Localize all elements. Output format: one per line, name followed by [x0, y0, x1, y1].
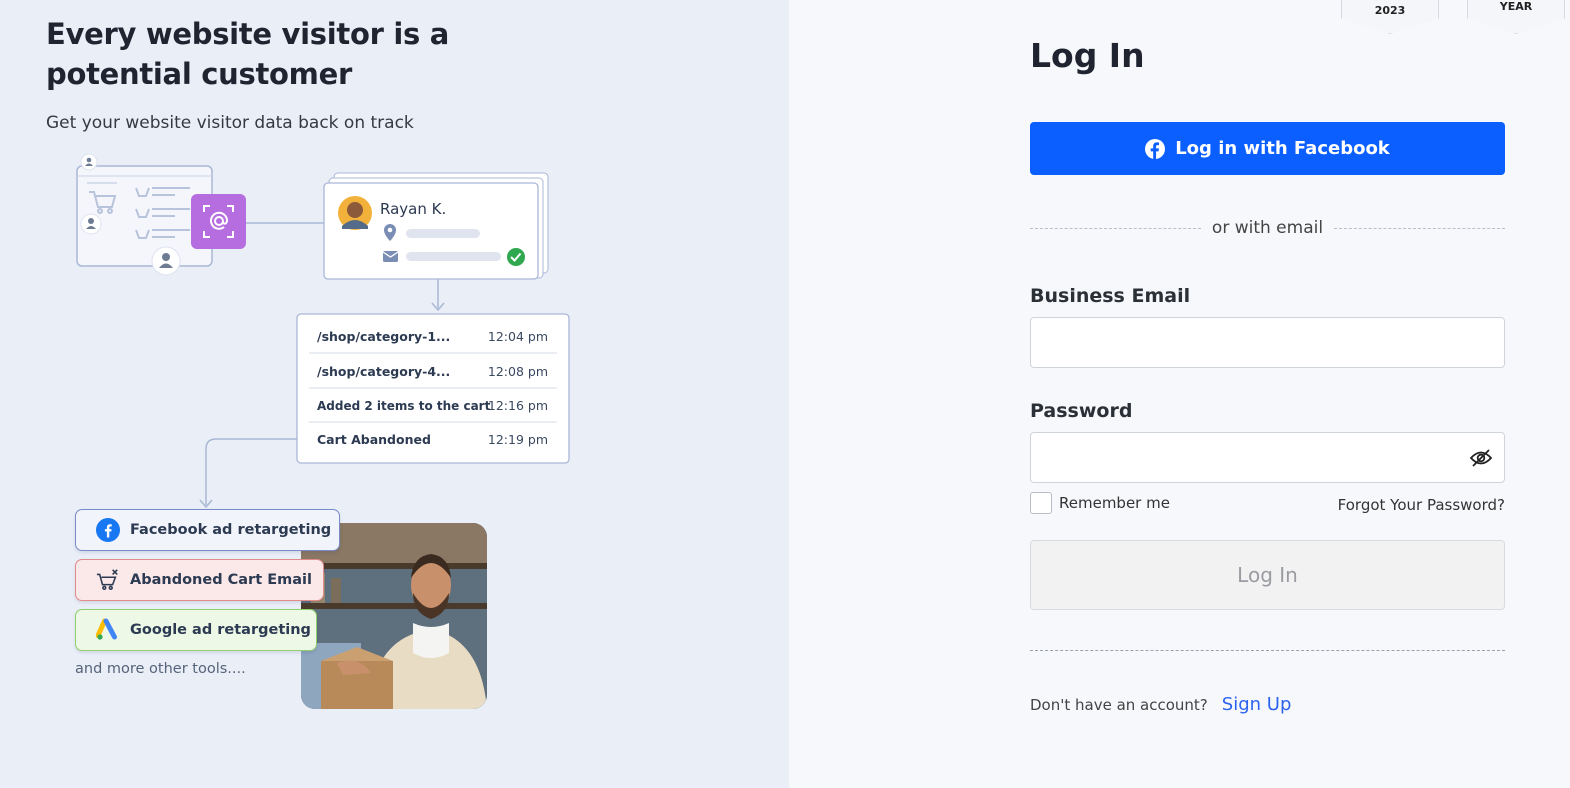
event-label: /shop/category-4...: [317, 364, 450, 379]
event-time: 12:16 pm: [488, 398, 548, 413]
facebook-login-button[interactable]: Log in with Facebook: [1030, 122, 1505, 175]
signup-prompt: Don't have an account? Sign Up: [1030, 694, 1291, 715]
event-time: 12:08 pm: [488, 364, 548, 379]
or-divider-text: or with email: [1211, 218, 1324, 238]
marketing-panel: Every website visitor is a potential cus…: [0, 0, 789, 788]
facebook-icon: [96, 518, 120, 542]
event-label: Cart Abandoned: [317, 432, 431, 447]
login-panel: [789, 0, 1570, 788]
tool-facebook-retargeting: Facebook ad retargeting: [75, 509, 340, 551]
remember-me-label: Remember me: [1059, 494, 1170, 512]
tool-abandoned-cart-email: Abandoned Cart Email: [75, 559, 324, 601]
tool-label: Facebook ad retargeting: [130, 522, 332, 538]
visitor-events-list: /shop/category-1... 12:04 pm /shop/categ…: [296, 313, 570, 464]
event-label: /shop/category-1...: [317, 329, 450, 344]
remember-me-toggle[interactable]: Remember me: [1030, 492, 1170, 514]
or-divider: or with email: [1030, 216, 1505, 240]
password-field[interactable]: [1030, 432, 1505, 483]
google-ads-icon: [96, 618, 120, 642]
email-capture-icon: [191, 194, 246, 249]
remember-me-checkbox[interactable]: [1030, 492, 1052, 514]
signup-question: Don't have an account?: [1030, 695, 1208, 714]
tool-label: Google ad retargeting: [130, 622, 311, 638]
event-time: 12:04 pm: [488, 329, 548, 344]
event-label: Added 2 items to the cart: [317, 399, 491, 413]
verified-check-icon: [507, 248, 525, 266]
password-label: Password: [1030, 400, 1133, 422]
event-time: 12:19 pm: [488, 432, 548, 447]
facebook-login-label: Log in with Facebook: [1175, 138, 1390, 159]
mail-icon: [382, 251, 399, 262]
cart-x-icon: [96, 568, 120, 592]
login-title: Log In: [1030, 36, 1145, 75]
section-divider: [1030, 650, 1505, 651]
tool-label: Abandoned Cart Email: [130, 572, 312, 588]
login-submit-button[interactable]: Log In: [1030, 540, 1505, 610]
visitor-name: Rayan K.: [380, 200, 446, 218]
facebook-icon: [1145, 138, 1166, 159]
forgot-password-link[interactable]: Forgot Your Password?: [1338, 496, 1505, 514]
tool-google-retargeting: Google ad retargeting: [75, 609, 317, 651]
more-tools-text: and more other tools....: [75, 661, 246, 677]
visitor-profile-card: Rayan K.: [323, 172, 549, 280]
email-label: Business Email: [1030, 285, 1191, 307]
eye-off-icon[interactable]: [1469, 446, 1493, 470]
email-field[interactable]: [1030, 317, 1505, 368]
signup-link[interactable]: Sign Up: [1222, 694, 1292, 715]
